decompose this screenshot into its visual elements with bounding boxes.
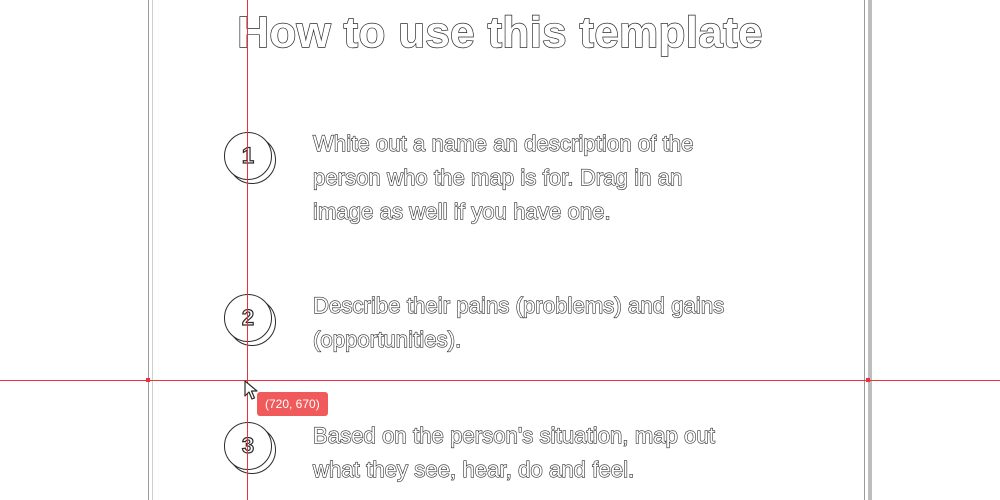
step-1-line-2: person who the map is for. Drag in an <box>312 164 683 190</box>
vertical-guide-line <box>247 0 248 500</box>
step-2-badge[interactable]: 2 <box>224 294 276 346</box>
canvas[interactable]: How to use this template 1 White out a n… <box>0 0 1000 500</box>
cursor-coordinate-tooltip: (720, 670) <box>257 392 328 416</box>
step-1-line-1: White out a name an description of the <box>312 130 694 156</box>
step-1-text[interactable]: White out a name an description of the p… <box>312 127 833 229</box>
page-title[interactable]: How to use this template <box>0 7 1000 58</box>
step-1-badge[interactable]: 1 <box>224 132 276 184</box>
step-3-text[interactable]: Based on the person's situation, map out… <box>312 419 833 487</box>
frame-right-shadow <box>868 0 872 500</box>
step-2-text[interactable]: Describe their pains (problems) and gain… <box>312 289 833 357</box>
step-3-line-1: Based on the person's situation, map out <box>312 422 716 448</box>
step-3-number: 3 <box>241 432 255 458</box>
step-1-line-3: image as well if you have one. <box>312 198 611 224</box>
frame-left-inner-border <box>152 0 153 500</box>
guide-intersection-marker-left <box>146 378 150 382</box>
frame-left-border <box>148 0 149 500</box>
horizontal-guide-line <box>0 380 1000 381</box>
step-3-line-2: what they see, hear, do and feel. <box>312 456 635 482</box>
step-2-line-1: Describe their pains (problems) and gain… <box>312 292 725 318</box>
step-2-line-2: (opportunities). <box>312 326 462 352</box>
step-1-number: 1 <box>241 142 255 168</box>
step-2-number: 2 <box>241 304 255 330</box>
guide-intersection-marker-right <box>866 378 870 382</box>
pointer-cursor-icon <box>244 380 258 400</box>
frame-right-border <box>864 0 865 500</box>
step-3-badge[interactable]: 3 <box>224 422 276 474</box>
